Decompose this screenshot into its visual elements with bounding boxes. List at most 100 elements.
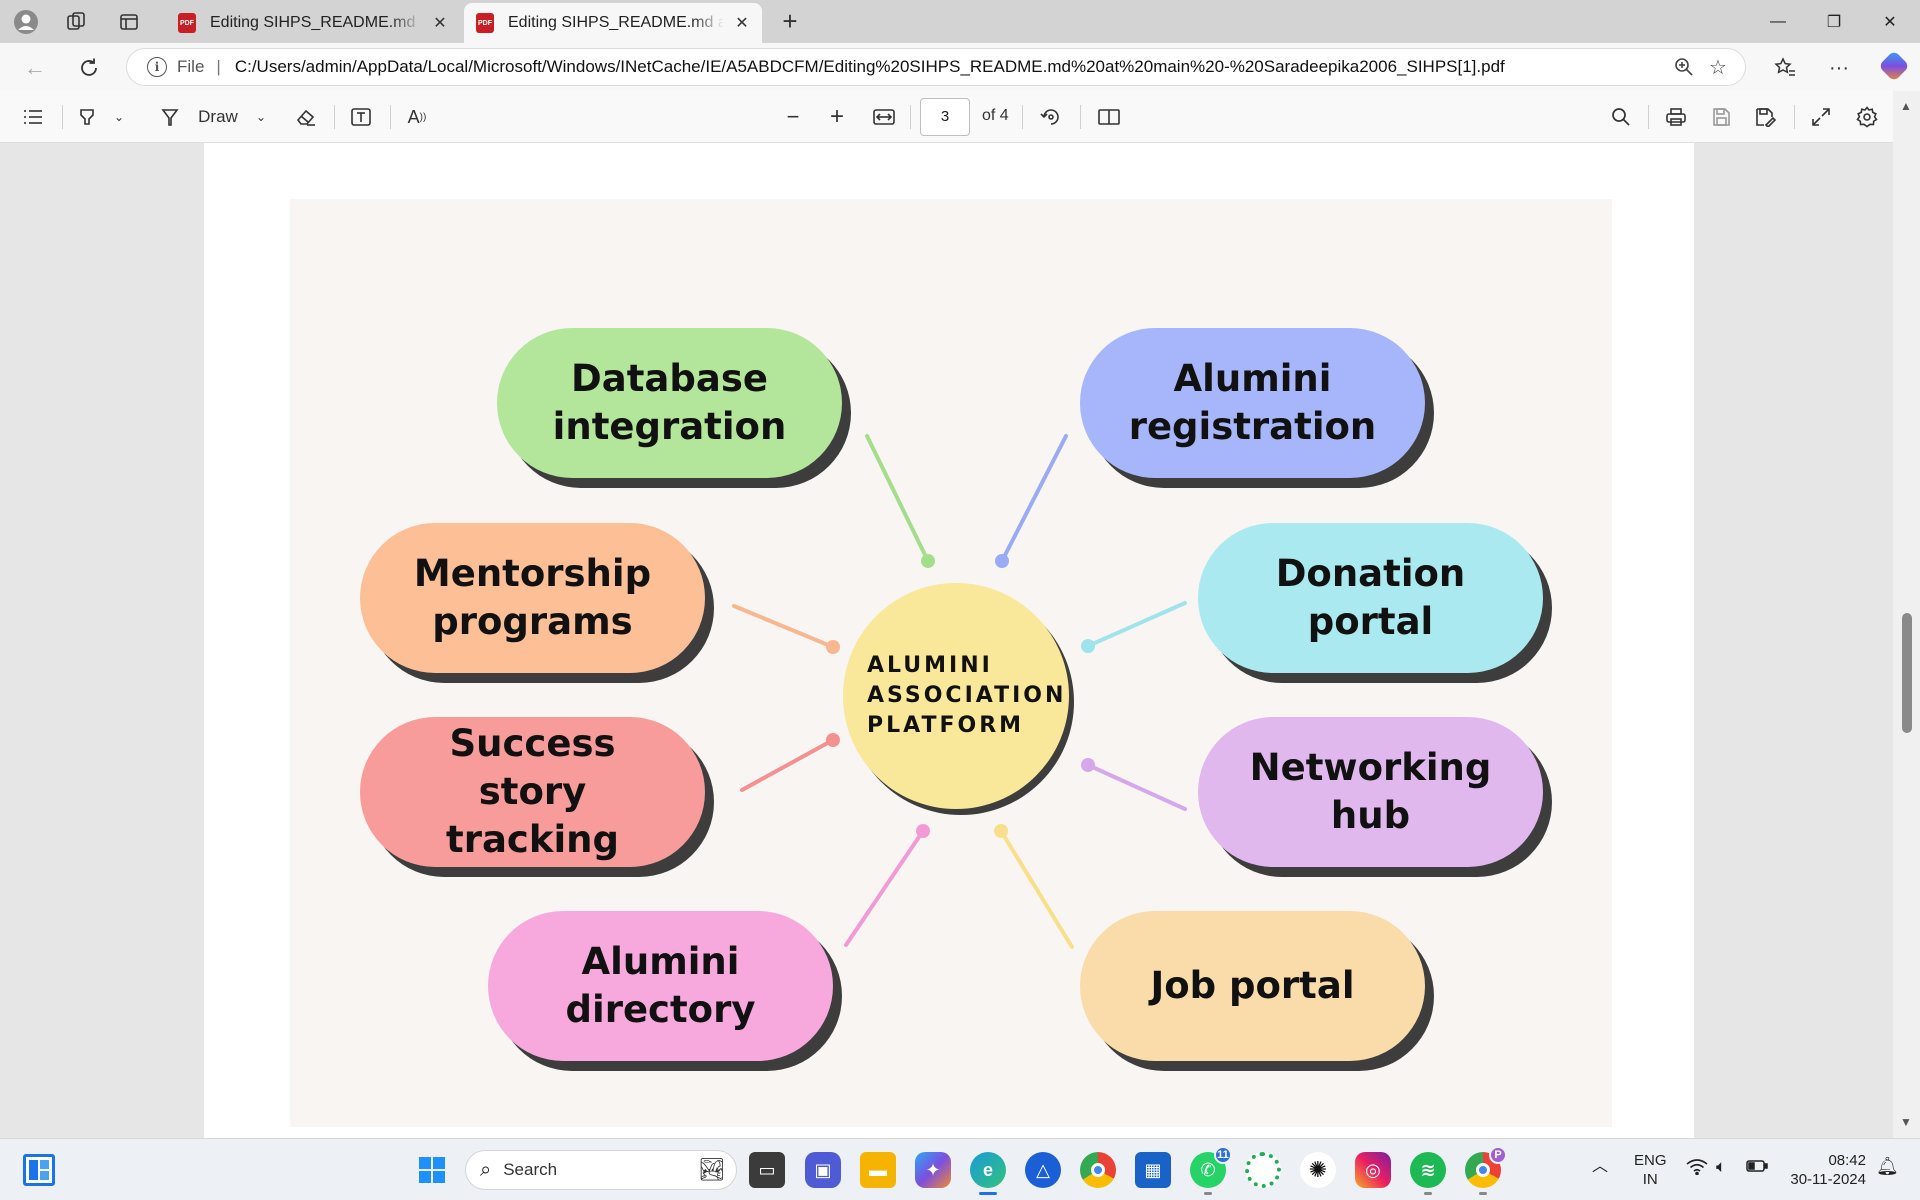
close-tab-icon[interactable]: ✕ xyxy=(732,13,752,33)
text-box-icon[interactable] xyxy=(346,101,376,133)
node-alumini-registration: Alumini registration xyxy=(1080,328,1425,478)
more-options-icon[interactable]: ··· xyxy=(1822,51,1856,85)
node-database-integration: Database integration xyxy=(497,328,842,478)
scheme-label: File xyxy=(177,57,205,76)
refresh-button[interactable] xyxy=(72,51,106,85)
print-icon[interactable] xyxy=(1660,101,1692,133)
zoom-in-icon[interactable]: + xyxy=(822,101,852,133)
whatsapp-badge: 11 xyxy=(1214,1146,1232,1164)
zoom-out-icon[interactable]: − xyxy=(778,101,808,133)
close-window-button[interactable]: ✕ xyxy=(1862,0,1918,43)
aurora-app-icon[interactable]: △ xyxy=(1025,1152,1061,1188)
save-icon[interactable] xyxy=(1706,101,1736,133)
workspaces-icon[interactable] xyxy=(60,6,92,38)
connector-success xyxy=(740,738,835,792)
page-view-icon[interactable] xyxy=(1094,101,1124,133)
connector-registration xyxy=(1000,434,1068,563)
copilot-icon[interactable] xyxy=(1878,50,1910,82)
page-number-input[interactable]: 3 xyxy=(920,98,970,136)
hub-label: ALUMINI ASSOCIATION PLATFORM xyxy=(867,653,1067,738)
tab-title: Editing SIHPS_README.md at main xyxy=(508,14,724,31)
save-as-icon[interactable] xyxy=(1750,101,1780,133)
tab-readme-1[interactable]: PDF Editing SIHPS_README.md at main ✕ xyxy=(166,3,460,43)
connector-dot-directory xyxy=(916,824,930,838)
connector-database xyxy=(865,434,930,563)
chrome-profile-icon[interactable]: P xyxy=(1465,1146,1507,1195)
mind-map-diagram: Database integration Alumini registratio… xyxy=(290,199,1612,1127)
fullscreen-icon[interactable] xyxy=(1806,101,1836,133)
url-field[interactable]: i File | C:/Users/admin/AppData/Local/Mi… xyxy=(126,48,1746,86)
new-tab-button[interactable]: + xyxy=(774,6,806,38)
connector-dot-mentorship xyxy=(826,640,840,654)
pdf-icon: PDF xyxy=(476,13,494,33)
favorites-icon[interactable] xyxy=(1768,51,1802,85)
scroll-down-icon[interactable]: ▼ xyxy=(1900,1115,1912,1129)
refresh-app-icon[interactable] xyxy=(1245,1152,1281,1188)
tab-actions-icon[interactable] xyxy=(113,6,145,38)
whatsapp-icon[interactable]: ✆ 11 xyxy=(1190,1146,1232,1195)
connector-job xyxy=(999,829,1074,949)
widgets-icon[interactable] xyxy=(23,1154,55,1186)
notification-bell-icon[interactable]: 🔔︎ xyxy=(1876,1157,1899,1176)
zoom-icon[interactable] xyxy=(1667,50,1701,84)
address-bar: ← i File | C:/Users/admin/AppData/Local/… xyxy=(0,43,1920,91)
task-view-icon[interactable]: ▭ xyxy=(749,1152,785,1188)
language-indicator[interactable]: ENG IN xyxy=(1634,1151,1667,1189)
copilot-app-icon[interactable]: ✦ xyxy=(915,1152,951,1188)
node-alumini-directory: Alumini directory xyxy=(488,911,833,1061)
spotify-icon[interactable]: ≋ xyxy=(1410,1152,1446,1195)
read-aloud-icon[interactable]: A)) xyxy=(402,101,432,133)
search-placeholder: Search xyxy=(503,1160,558,1179)
page-count: of 4 xyxy=(982,107,1009,124)
edge-icon[interactable]: e xyxy=(970,1152,1006,1195)
file-explorer-icon[interactable]: ▬ xyxy=(860,1152,896,1188)
clock[interactable]: 08:42 30-11-2024 xyxy=(1786,1151,1866,1189)
scroll-up-icon[interactable]: ▲ xyxy=(1900,99,1912,113)
restore-button[interactable]: ❐ xyxy=(1806,0,1862,43)
search-icon: ⌕ xyxy=(480,1158,492,1181)
wifi-icon[interactable] xyxy=(1686,1159,1708,1180)
node-networking-hub: Networking hub xyxy=(1198,717,1543,867)
chrome-icon[interactable] xyxy=(1080,1152,1116,1188)
fit-width-icon[interactable] xyxy=(868,101,900,133)
node-success-story-tracking: Success story tracking xyxy=(360,717,705,867)
draw-button-label[interactable]: Draw xyxy=(194,101,242,133)
teams-chat-icon[interactable]: ▣ xyxy=(805,1152,841,1188)
taskbar: ⌕ Search 🏞 ▭ ▣ ▬ ✦ e △ ▦ ✆ 11 ✺ ◎ ≋ P ︿ E… xyxy=(0,1138,1920,1200)
connector-directory xyxy=(844,829,925,947)
info-icon[interactable]: i xyxy=(147,57,167,77)
profile-icon[interactable] xyxy=(10,6,42,38)
eraser-icon[interactable] xyxy=(292,101,320,133)
microsoft-store-icon[interactable]: ▦ xyxy=(1135,1152,1171,1188)
connector-dot-database xyxy=(921,554,935,568)
highlight-dropdown-icon[interactable]: ⌄ xyxy=(110,101,128,133)
show-hidden-icons-chevron-icon[interactable]: ︿ xyxy=(1592,1157,1608,1176)
draw-dropdown-icon[interactable]: ⌄ xyxy=(252,101,270,133)
connector-dot-networking xyxy=(1081,758,1095,772)
back-button[interactable]: ← xyxy=(18,51,52,85)
rotate-icon[interactable] xyxy=(1036,101,1066,133)
url-separator: | xyxy=(216,57,221,76)
contents-icon[interactable] xyxy=(18,101,48,133)
vertical-scrollbar[interactable]: ▲ ▼ xyxy=(1893,91,1920,1138)
taskbar-search-input[interactable]: ⌕ Search 🏞 xyxy=(465,1150,737,1190)
favorite-star-icon[interactable]: ☆ xyxy=(1701,50,1735,84)
volume-icon[interactable]: 🔈︎ xyxy=(1716,1157,1726,1176)
connector-dot-job xyxy=(994,824,1008,838)
settings-gear-icon[interactable] xyxy=(1852,101,1882,133)
instagram-icon[interactable]: ◎ xyxy=(1355,1152,1391,1188)
close-tab-icon[interactable]: ✕ xyxy=(430,13,450,33)
battery-icon[interactable] xyxy=(1746,1159,1768,1178)
region-label: IN xyxy=(1642,1171,1658,1188)
draw-icon[interactable] xyxy=(156,101,184,133)
clock-date: 30-11-2024 xyxy=(1790,1171,1866,1188)
scroll-thumb[interactable] xyxy=(1902,613,1912,733)
chatgpt-icon[interactable]: ✺ xyxy=(1300,1152,1336,1188)
search-icon[interactable] xyxy=(1606,101,1636,133)
pdf-viewer[interactable]: Database integration Alumini registratio… xyxy=(0,143,1920,1138)
start-icon[interactable] xyxy=(414,1152,450,1188)
highlight-icon[interactable] xyxy=(74,101,100,133)
tab-readme-2[interactable]: PDF Editing SIHPS_README.md at main ✕ xyxy=(464,3,762,43)
url-text[interactable]: C:/Users/admin/AppData/Local/Microsoft/W… xyxy=(235,57,1667,77)
minimize-button[interactable]: — xyxy=(1750,0,1806,43)
